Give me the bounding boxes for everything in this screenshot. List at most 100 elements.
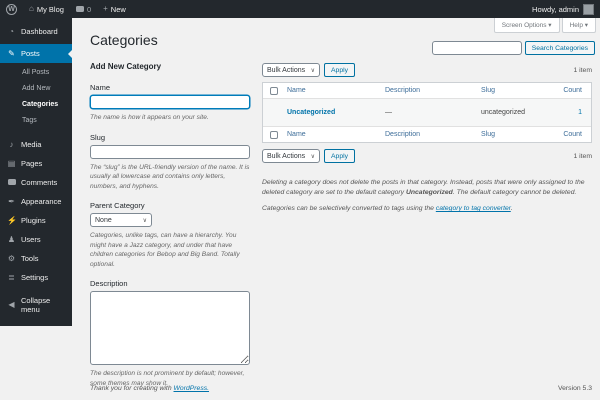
slug-label: Slug	[90, 132, 106, 142]
sidebar-item-label: Posts	[21, 49, 40, 58]
site-name-menu[interactable]: ⌂ My Blog	[23, 0, 70, 18]
add-category-form: Add New Category Name The name is how it…	[90, 62, 252, 400]
select-all-checkbox[interactable]	[270, 130, 278, 139]
sidebar-item-appearance[interactable]: ✒ Appearance	[0, 192, 72, 211]
sidebar-item-label: Tools	[21, 254, 39, 263]
pushpin-icon: ✎	[8, 49, 15, 58]
submenu-item-add-new[interactable]: Add New	[0, 81, 72, 97]
collapse-arrow-icon: ◀	[8, 300, 15, 309]
sidebar-item-label: Users	[21, 235, 41, 244]
tablenav-bottom: Bulk Actions ∨ Apply 1 item	[262, 148, 592, 164]
user-avatar[interactable]	[583, 3, 594, 15]
sidebar-item-media[interactable]: ♪ Media	[0, 135, 72, 154]
category-slug-cell: uncategorized	[481, 109, 525, 116]
category-count-link[interactable]: 1	[578, 109, 582, 116]
comment-bubble-icon	[75, 6, 84, 12]
items-count-top: 1 item	[573, 66, 592, 74]
howdy-admin-menu[interactable]: Howdy, admin	[532, 5, 579, 14]
sidebar-item-label: Appearance	[21, 197, 62, 206]
sidebar-item-pages[interactable]: ▤ Pages	[0, 154, 72, 173]
sidebar-item-comments[interactable]: Comments	[0, 173, 72, 192]
submenu-item-tags[interactable]: Tags	[0, 113, 72, 129]
apply-button-bottom[interactable]: Apply	[324, 149, 356, 163]
name-help-text: The name is how it appears on your site.	[90, 114, 209, 121]
new-content-menu[interactable]: + New	[97, 0, 132, 18]
bulk-actions-select-top[interactable]: Bulk Actions ∨	[262, 63, 320, 77]
category-name-input[interactable]	[90, 95, 250, 109]
column-header-count[interactable]: Count	[563, 87, 582, 94]
parent-category-select[interactable]: None ∨	[90, 213, 152, 228]
footer-thanks-text: Thank you for creating with	[90, 385, 174, 392]
screen-options-button[interactable]: Screen Options ▾	[493, 18, 560, 33]
sidebar-item-label: Comments	[21, 178, 58, 187]
parent-category-value: None	[95, 216, 112, 224]
tablenav-top: Bulk Actions ∨ Apply 1 item	[262, 62, 592, 78]
settings-sliders-icon: ≣	[8, 273, 15, 282]
sidebar-item-label: Settings	[21, 273, 49, 282]
chevron-down-icon: ∨	[310, 153, 315, 160]
slug-help-text: The “slug” is the URL-friendly version o…	[90, 163, 250, 190]
sidebar-item-posts[interactable]: ✎ Posts	[0, 44, 72, 63]
collapse-menu-button[interactable]: ◀ Collapse menu	[0, 295, 72, 314]
help-button[interactable]: Help ▾	[561, 18, 596, 33]
parent-help-text: Categories, unlike tags, can have a hier…	[90, 232, 240, 268]
comments-menu[interactable]: 0	[70, 0, 97, 18]
bulk-actions-value: Bulk Actions	[267, 152, 306, 160]
sidebar-item-tools[interactable]: ⚙ Tools	[0, 249, 72, 268]
page-title: Categories	[90, 32, 158, 48]
site-name-label: My Blog	[36, 4, 64, 14]
apply-button-top[interactable]: Apply	[324, 63, 356, 77]
category-to-tag-converter-link[interactable]: category to tag converter	[436, 205, 511, 212]
tools-icon: ⚙	[7, 254, 16, 263]
wp-logo-menu[interactable]: W	[0, 0, 23, 18]
column-footer-name[interactable]: Name	[287, 131, 306, 138]
select-all-checkbox[interactable]	[270, 86, 278, 95]
version-label: Version 5.3	[557, 385, 592, 392]
column-header-description[interactable]: Description	[385, 87, 420, 94]
column-header-name[interactable]: Name	[287, 87, 306, 94]
category-slug-input[interactable]	[90, 144, 250, 159]
sidebar-item-label: Media	[21, 140, 42, 149]
search-categories-button[interactable]: Search Categories	[524, 41, 595, 55]
posts-submenu: All Posts Add New Categories Tags	[0, 63, 72, 135]
admin-sidebar: ◔ Dashboard ✎ Posts All Posts Add New Ca…	[0, 18, 72, 326]
category-description-textarea[interactable]	[90, 291, 250, 366]
category-name-link[interactable]: Uncategorized	[287, 109, 335, 116]
convert-note: Categories can be selectively converted …	[262, 205, 513, 213]
column-footer-count[interactable]: Count	[563, 131, 582, 138]
category-notes: Deleting a category does not delete the …	[262, 178, 592, 215]
search-input[interactable]	[431, 41, 522, 55]
bulk-actions-select-bottom[interactable]: Bulk Actions ∨	[262, 149, 320, 163]
media-icon: ♪	[9, 140, 14, 149]
sidebar-item-label: Dashboard	[21, 27, 58, 36]
users-icon: ♟	[7, 235, 16, 244]
search-box: Search Categories	[431, 41, 595, 55]
description-label: Description	[90, 279, 128, 289]
column-footer-slug[interactable]: Slug	[481, 131, 495, 138]
column-header-slug[interactable]: Slug	[481, 87, 495, 94]
submenu-item-all-posts[interactable]: All Posts	[0, 65, 72, 81]
admin-bar: W ⌂ My Blog 0 + New Howdy, admin	[0, 0, 600, 18]
chevron-down-icon: ∨	[142, 217, 147, 224]
category-description-cell: —	[385, 109, 392, 116]
sidebar-item-label: Collapse menu	[21, 295, 51, 314]
sidebar-item-users[interactable]: ♟ Users	[0, 230, 72, 249]
comments-count: 0	[86, 4, 92, 14]
sidebar-item-settings[interactable]: ≣ Settings	[0, 268, 72, 287]
parent-category-label: Parent Category	[90, 201, 145, 211]
sidebar-item-dashboard[interactable]: ◔ Dashboard	[0, 22, 72, 41]
admin-footer: Thank you for creating with WordPress. V…	[90, 385, 592, 392]
items-count-bottom: 1 item	[573, 152, 592, 160]
column-footer-description[interactable]: Description	[385, 131, 420, 138]
form-heading: Add New Category	[90, 62, 162, 71]
submenu-item-categories[interactable]: Categories	[0, 97, 72, 113]
home-icon: ⌂	[29, 4, 34, 13]
name-label: Name	[90, 83, 111, 92]
wordpress-link[interactable]: WordPress.	[174, 385, 210, 392]
chevron-down-icon: ∨	[310, 67, 315, 74]
comments-icon	[7, 178, 16, 187]
categories-table: Name Description Slug Count Uncategorize…	[262, 82, 592, 143]
pages-icon: ▤	[7, 159, 16, 168]
bulk-actions-value: Bulk Actions	[267, 66, 306, 74]
sidebar-item-plugins[interactable]: ⚡ Plugins	[0, 211, 72, 230]
